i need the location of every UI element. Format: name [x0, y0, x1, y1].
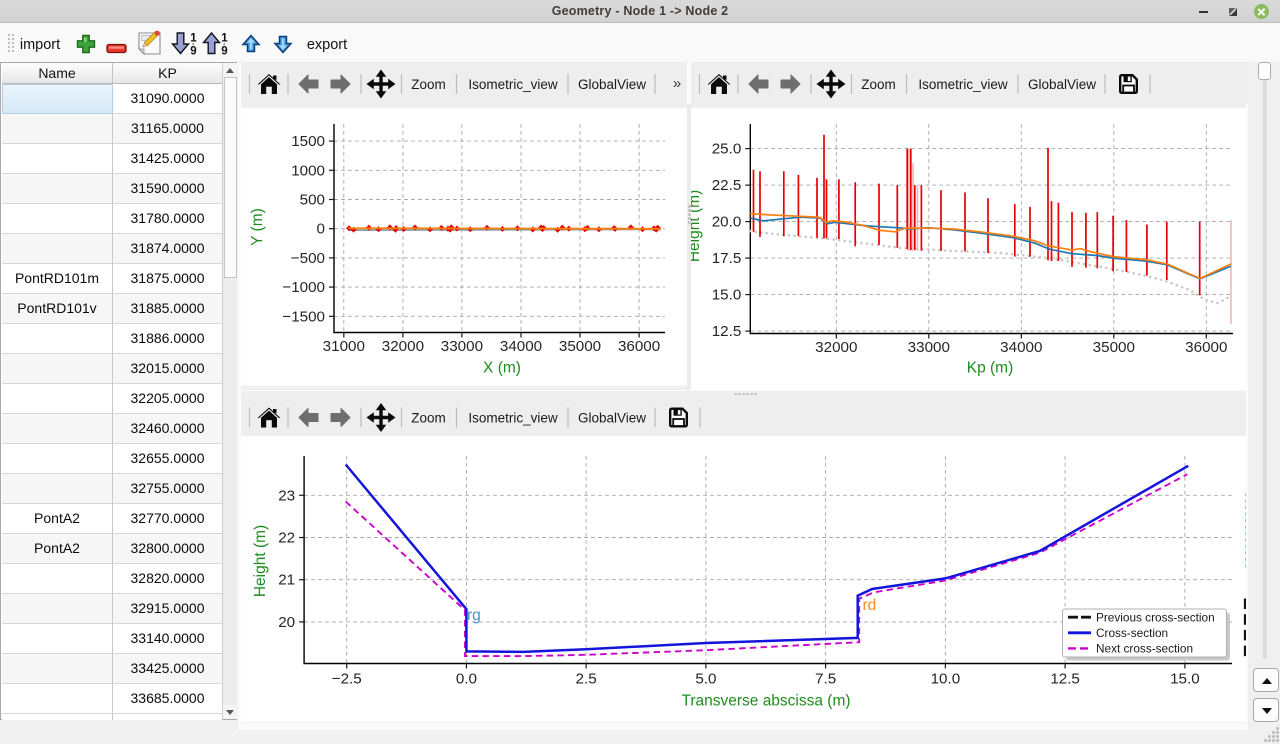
- svg-text:33000: 33000: [908, 339, 950, 356]
- svg-text:22.5: 22.5: [712, 177, 742, 194]
- svg-text:−2.5: −2.5: [332, 671, 362, 688]
- svg-text:Height (m): Height (m): [252, 525, 269, 597]
- svg-text:1: 1: [221, 33, 228, 45]
- svg-text:0: 0: [317, 221, 325, 238]
- svg-text:32000: 32000: [382, 338, 424, 355]
- svg-text:500: 500: [300, 192, 325, 209]
- svg-text:0.0: 0.0: [456, 671, 477, 688]
- svg-text:Kp (m): Kp (m): [967, 360, 1014, 377]
- svg-text:35000: 35000: [559, 338, 601, 355]
- svg-text:22: 22: [278, 530, 295, 547]
- svg-text:10.0: 10.0: [931, 671, 961, 688]
- svg-text:Zoom: Zoom: [411, 411, 446, 426]
- svg-text:Previous cross-section: Previous cross-section: [1096, 610, 1215, 624]
- svg-text:Isometric_view: Isometric_view: [468, 411, 558, 426]
- svg-text:34000: 34000: [500, 338, 542, 355]
- svg-text:Zoom: Zoom: [861, 77, 896, 92]
- svg-text:2.5: 2.5: [576, 671, 597, 688]
- svg-text:9: 9: [190, 46, 196, 58]
- svg-text:20: 20: [278, 614, 295, 631]
- svg-text:36000: 36000: [1185, 339, 1227, 356]
- svg-text:21: 21: [278, 572, 295, 589]
- svg-text:1: 1: [190, 33, 197, 45]
- svg-text:35000: 35000: [1093, 339, 1135, 356]
- svg-text:34000: 34000: [1000, 339, 1042, 356]
- svg-text:GlobalView: GlobalView: [578, 411, 646, 426]
- svg-text:rd: rd: [863, 597, 877, 614]
- svg-text:25.0: 25.0: [712, 141, 742, 158]
- svg-text:15.0: 15.0: [712, 287, 742, 304]
- svg-text:Y (m): Y (m): [249, 208, 266, 246]
- svg-text:Height (m): Height (m): [691, 190, 703, 262]
- svg-text:−500: −500: [291, 250, 325, 267]
- svg-text:Transverse abscissa (m): Transverse abscissa (m): [681, 693, 850, 710]
- svg-text:23: 23: [278, 487, 295, 504]
- svg-text:GlobalView: GlobalView: [578, 77, 646, 92]
- svg-text:1500: 1500: [291, 133, 325, 150]
- svg-text:9: 9: [221, 46, 227, 58]
- svg-text:−1000: −1000: [282, 279, 325, 296]
- svg-text:Isometric_view: Isometric_view: [468, 77, 558, 92]
- svg-text:GlobalView: GlobalView: [1028, 77, 1096, 92]
- svg-text:36000: 36000: [618, 338, 660, 355]
- svg-text:17.5: 17.5: [712, 250, 742, 267]
- svg-text:33000: 33000: [441, 338, 483, 355]
- svg-text:32000: 32000: [815, 339, 857, 356]
- svg-text:import: import: [20, 37, 60, 53]
- svg-text:1000: 1000: [291, 162, 325, 179]
- svg-text:−1500: −1500: [282, 308, 325, 325]
- svg-text:X (m): X (m): [483, 360, 521, 377]
- svg-text:7.5: 7.5: [815, 671, 836, 688]
- svg-text:20.0: 20.0: [712, 214, 742, 231]
- svg-text:12.5: 12.5: [1050, 671, 1080, 688]
- svg-text:rg: rg: [467, 607, 481, 624]
- svg-text:12.5: 12.5: [712, 323, 742, 340]
- svg-text:Isometric_view: Isometric_view: [918, 77, 1008, 92]
- svg-text:»: »: [673, 75, 681, 92]
- svg-text:Next cross-section: Next cross-section: [1096, 642, 1193, 656]
- svg-text:Zoom: Zoom: [411, 77, 446, 92]
- svg-text:31000: 31000: [323, 338, 365, 355]
- svg-text:5.0: 5.0: [695, 671, 716, 688]
- svg-text:15.0: 15.0: [1170, 671, 1200, 688]
- svg-text:export: export: [307, 37, 347, 53]
- svg-text:Cross-section: Cross-section: [1096, 626, 1168, 640]
